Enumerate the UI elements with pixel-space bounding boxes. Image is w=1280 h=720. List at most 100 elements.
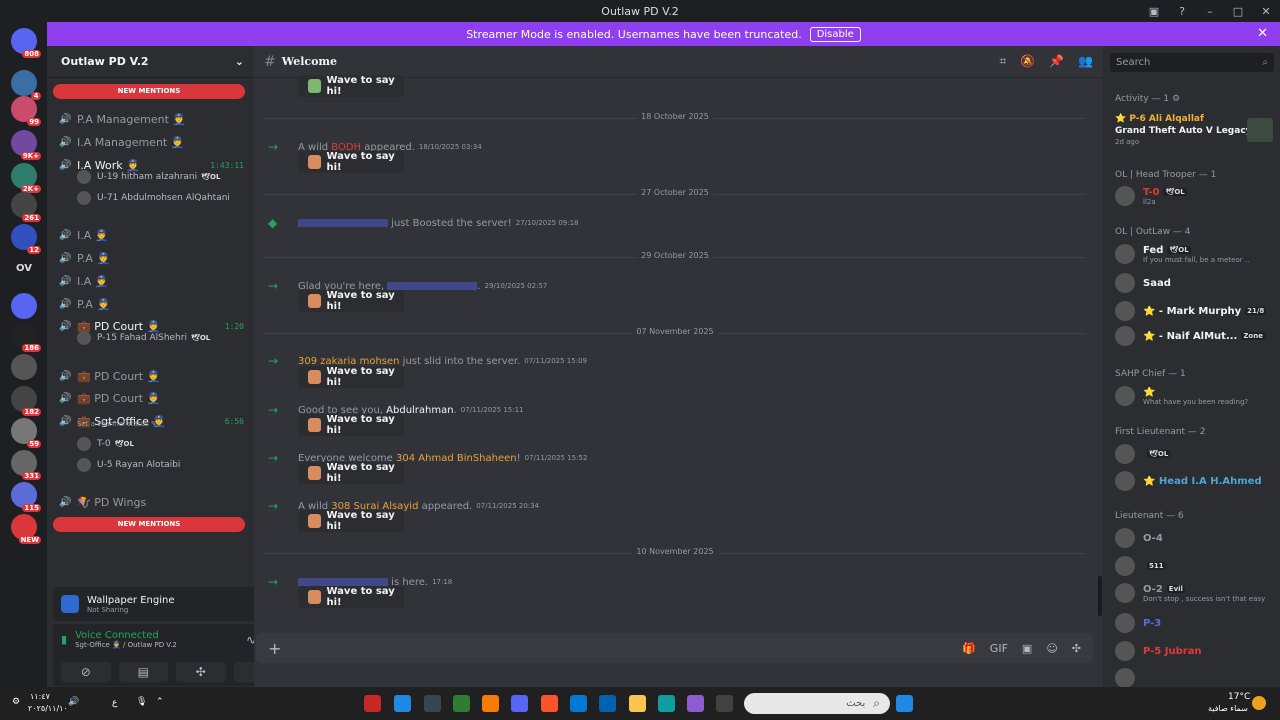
- server-icon[interactable]: 186: [11, 322, 41, 352]
- edge-icon[interactable]: [658, 695, 675, 712]
- server-icon[interactable]: 115: [11, 482, 41, 512]
- brave-icon[interactable]: [541, 695, 558, 712]
- emoji-icon[interactable]: ☺: [1046, 642, 1057, 655]
- language-indicator[interactable]: ع: [112, 698, 117, 708]
- voice-channel[interactable]: 🔊 P.A 👮: [59, 294, 244, 314]
- app-icon[interactable]: [394, 695, 411, 712]
- voice-channel[interactable]: 🔊 P.A 👮: [59, 248, 244, 268]
- app-icon[interactable]: [453, 695, 470, 712]
- server-icon[interactable]: NEW: [11, 514, 41, 544]
- threads-icon[interactable]: ⌗: [999, 54, 1006, 69]
- server-icon[interactable]: 4: [11, 70, 41, 100]
- wave-button[interactable]: Wave to say hi!: [298, 586, 404, 608]
- server-icon[interactable]: 12: [11, 224, 41, 254]
- voice-user[interactable]: P-15 Fahad AlShehri 🕊OL: [77, 329, 210, 347]
- store-icon[interactable]: [599, 695, 616, 712]
- search-input[interactable]: Search ⌕: [1110, 53, 1274, 72]
- voice-channel[interactable]: 🔊 💼 PD Court 👮: [59, 388, 244, 408]
- member-item[interactable]: Saad: [1115, 271, 1275, 295]
- member-item[interactable]: 511: [1115, 554, 1275, 578]
- server-icon[interactable]: OV: [11, 256, 37, 282]
- member-list-icon[interactable]: 👥: [1078, 54, 1093, 69]
- member-item[interactable]: 🕊OL: [1115, 442, 1275, 466]
- server-icon[interactable]: 2K+: [11, 163, 41, 193]
- close-icon[interactable]: ✕: [1257, 26, 1268, 41]
- voice-channel[interactable]: 🔊 🪁 PD Wings: [59, 492, 244, 512]
- voice-channel[interactable]: 🔊 I.A 👮: [59, 271, 244, 291]
- inbox-icon[interactable]: ▣: [1140, 5, 1168, 18]
- screenshare-icon[interactable]: ▤: [118, 662, 168, 682]
- member-item[interactable]: T-0 🕊OL ll2a: [1115, 184, 1275, 208]
- server-icon[interactable]: 9K+: [11, 130, 41, 160]
- message-user[interactable]: [387, 281, 478, 290]
- message-user[interactable]: [298, 577, 388, 586]
- pin-icon[interactable]: 📌: [1049, 54, 1064, 69]
- close-button[interactable]: ✕: [1252, 5, 1280, 18]
- member-item[interactable]: Fed 🕊OL If you must fall, be a meteor ..: [1115, 242, 1275, 266]
- voice-channel[interactable]: 🔊 I.A 👮: [59, 225, 244, 245]
- member-item[interactable]: ⭐ - Naif AlMut... Zone: [1115, 324, 1275, 348]
- minimize-button[interactable]: –: [1196, 5, 1224, 18]
- new-mentions-pill[interactable]: NEW MENTIONS: [53, 84, 245, 99]
- member-item[interactable]: [1115, 666, 1275, 687]
- discord-icon[interactable]: [511, 695, 528, 712]
- member-item[interactable]: ⭐ What have you been reading?: [1115, 384, 1275, 408]
- microphone-icon[interactable]: 🎙: [136, 697, 147, 707]
- member-item[interactable]: ⭐ - Mark Murphy 21/8: [1115, 299, 1275, 323]
- wave-button[interactable]: Wave to say hi!: [298, 151, 404, 173]
- message-user[interactable]: [298, 218, 388, 227]
- activity-card[interactable]: ⭐ P-6 Ali Alqallaf Grand Theft Auto V Le…: [1115, 114, 1273, 154]
- server-icon[interactable]: 808: [11, 28, 41, 58]
- wave-button[interactable]: Wave to say hi!: [298, 510, 404, 532]
- voice-channel[interactable]: 🔊 💼 PD Court 👮: [59, 366, 244, 386]
- voice-user[interactable]: U-5 Rayan Alotaibi: [77, 456, 180, 474]
- wave-button[interactable]: Wave to say hi!: [298, 414, 404, 436]
- scrollbar[interactable]: [1098, 576, 1102, 616]
- voice-user[interactable]: T-0 🕊OL: [77, 435, 134, 453]
- voice-user[interactable]: U-71 Abdulmohsen AlQahtani: [77, 189, 230, 207]
- apps-icon[interactable]: ✣: [1072, 642, 1081, 655]
- notification-icon[interactable]: ⚙: [12, 697, 20, 707]
- maximize-button[interactable]: □: [1224, 5, 1252, 18]
- server-icon[interactable]: 99: [11, 96, 41, 126]
- taskbar-search[interactable]: بحث ⌕: [744, 693, 890, 714]
- member-item[interactable]: O-4: [1115, 526, 1275, 550]
- new-mentions-pill[interactable]: NEW MENTIONS: [53, 517, 245, 532]
- gift-icon[interactable]: 🎁: [962, 642, 976, 655]
- member-item[interactable]: O-2 Evil Don't stop , success isn't that e…: [1115, 581, 1275, 605]
- server-icon[interactable]: [11, 293, 37, 319]
- windows-start-icon[interactable]: [896, 695, 913, 712]
- soundboard-icon[interactable]: ♪: [233, 662, 254, 682]
- signal-icon[interactable]: ▮: [61, 633, 67, 646]
- channel-status[interactable]: Set a channel status ✎: [77, 420, 157, 428]
- message-user[interactable]: 304 Ahmad BinShaheen: [396, 453, 517, 464]
- weather-icon[interactable]: [1252, 696, 1266, 710]
- guild-header[interactable]: Outlaw PD V.2 ⌄: [47, 46, 254, 78]
- app-icon[interactable]: [364, 695, 381, 712]
- member-item[interactable]: ⭐ Head I.A H.Ahmed: [1115, 469, 1275, 493]
- disable-streamer-button[interactable]: Disable: [809, 26, 861, 42]
- server-icon[interactable]: [11, 354, 37, 380]
- sticker-icon[interactable]: ▣: [1022, 642, 1032, 655]
- server-icon[interactable]: 182: [11, 386, 41, 416]
- wave-button[interactable]: Wave to say hi!: [298, 462, 404, 484]
- wave-button[interactable]: Wave to say hi!: [298, 290, 404, 312]
- server-icon[interactable]: 59: [11, 418, 41, 448]
- voice-channel[interactable]: 🔊 I.A Management 👮: [59, 132, 244, 152]
- notification-bell-icon[interactable]: 🔕: [1020, 54, 1035, 69]
- volume-icon[interactable]: 🔊: [68, 697, 79, 707]
- server-icon[interactable]: 261: [11, 192, 41, 222]
- chevron-up-icon[interactable]: ⌃: [156, 697, 164, 707]
- wave-button[interactable]: Wave to say hi!: [298, 366, 404, 388]
- server-icon[interactable]: 331: [11, 450, 41, 480]
- outlook-icon[interactable]: [570, 695, 587, 712]
- app-icon[interactable]: [716, 695, 733, 712]
- app-icon[interactable]: [482, 695, 499, 712]
- copilot-icon[interactable]: [687, 695, 704, 712]
- activities-icon[interactable]: ✣: [176, 662, 226, 682]
- help-icon[interactable]: ?: [1168, 5, 1196, 18]
- file-explorer-icon[interactable]: [629, 695, 646, 712]
- message-composer[interactable]: + 🎁 GIF ▣ ☺ ✣: [256, 633, 1093, 663]
- member-item[interactable]: P-3: [1115, 611, 1275, 635]
- voice-user[interactable]: U-19 hitham alzahrani 🕊OL: [77, 168, 220, 186]
